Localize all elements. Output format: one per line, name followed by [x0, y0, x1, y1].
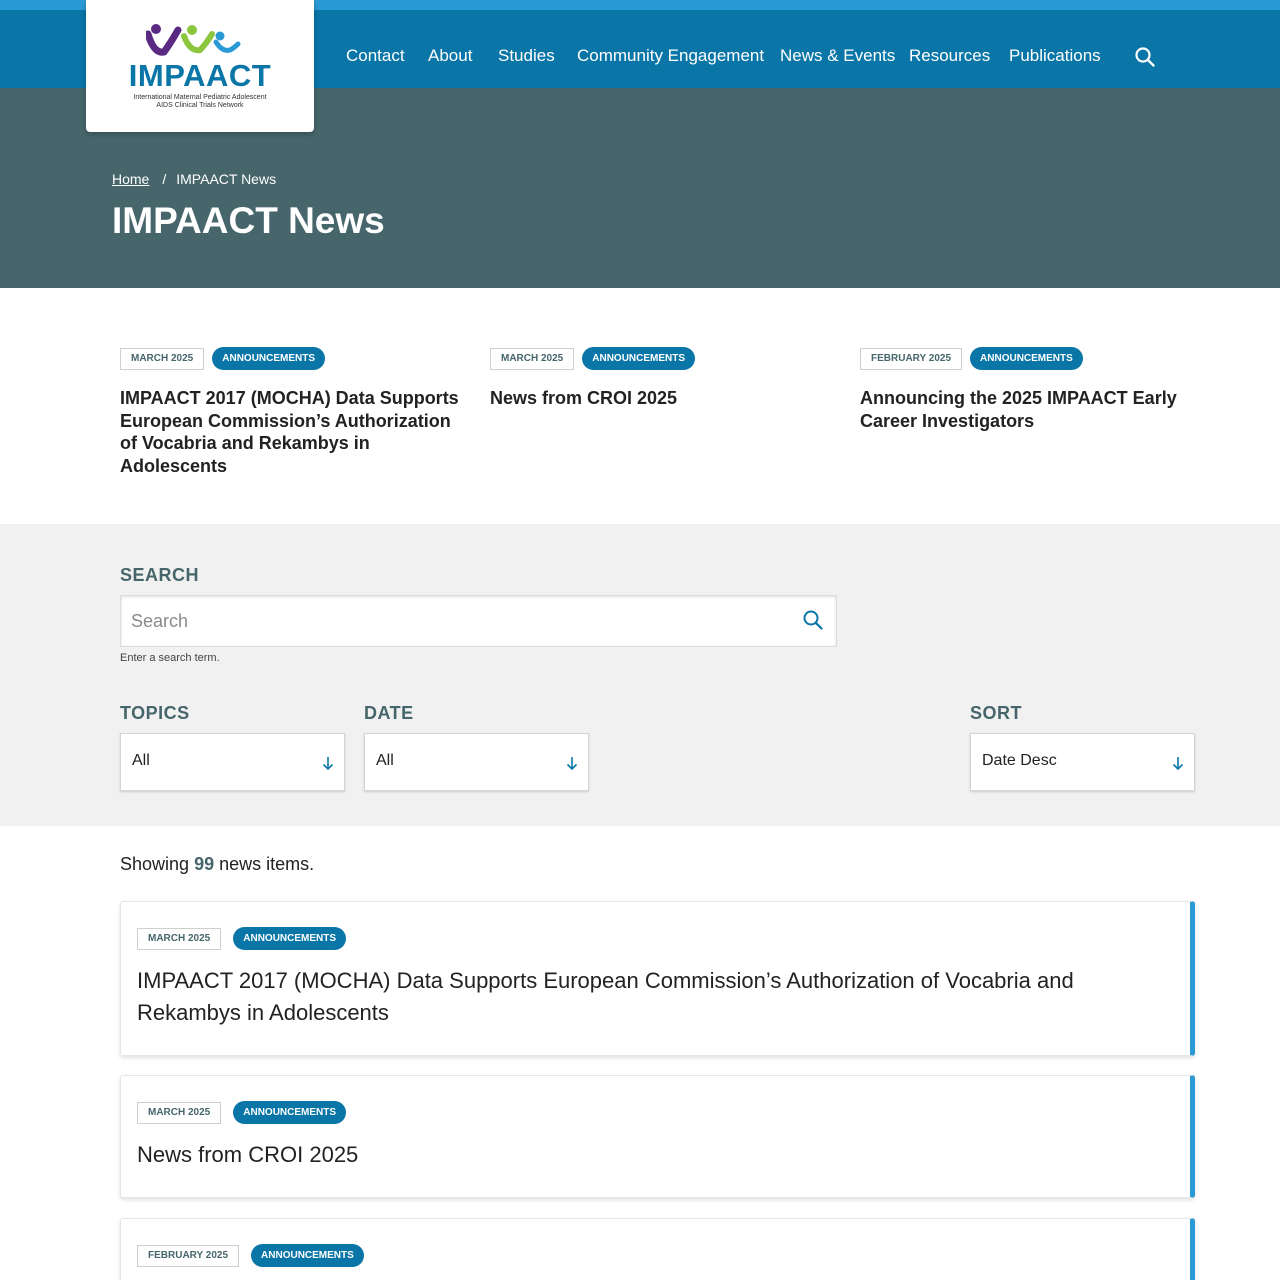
page-title: IMPAACT News [112, 200, 385, 241]
category-badge[interactable]: Announcements [251, 1244, 364, 1267]
news-card[interactable]: February 2025 Announcements [120, 1218, 1195, 1280]
featured-tags: February 2025 Announcements [860, 347, 1200, 371]
sort-select[interactable]: Date Desc [970, 733, 1195, 791]
featured-tags: March 2025 Announcements [120, 347, 460, 371]
topics-select[interactable]: All [120, 733, 345, 791]
search-input[interactable] [131, 608, 771, 634]
featured-title[interactable]: News from CROI 2025 [490, 387, 830, 410]
topics-label: TOPICS [120, 703, 190, 723]
search-hint: Enter a search term. [120, 652, 220, 664]
site-logo[interactable]: IMPAACT International Maternal Pediatric… [86, 0, 314, 132]
results-count: Showing 99 news items. [120, 854, 314, 875]
breadcrumb-current: IMPAACT News [176, 171, 277, 187]
search-icon[interactable] [1134, 46, 1156, 68]
news-card-title[interactable]: IMPAACT 2017 (MOCHA) Data Supports Europ… [137, 965, 1150, 1029]
logo-figures-icon [146, 24, 241, 56]
date-badge: March 2025 [137, 928, 222, 950]
date-badge: February 2025 [137, 1245, 240, 1267]
featured-title[interactable]: Announcing the 2025 IMPAACT Early Career… [860, 387, 1200, 432]
date-selected-value: All [376, 752, 394, 769]
logo-wordmark: IMPAACT [128, 58, 272, 93]
sort-selected-value: Date Desc [982, 752, 1057, 769]
nav-publications[interactable]: Publications [1009, 46, 1101, 66]
featured-item[interactable]: February 2025 Announcements Announcing th… [860, 347, 1200, 432]
category-badge[interactable]: Announcements [212, 347, 326, 370]
news-card-tags: March 2025 Announcements [137, 927, 347, 951]
breadcrumb-home[interactable]: Home [112, 171, 149, 187]
category-badge[interactable]: Announcements [970, 347, 1083, 370]
logo-subtitle-line2: AIDS Clinical Trials Network [156, 102, 244, 109]
date-badge: March 2025 [120, 348, 205, 370]
results-number: 99 [194, 854, 215, 874]
nav-resources[interactable]: Resources [909, 46, 990, 66]
category-badge[interactable]: Announcements [233, 927, 347, 950]
news-card-tags: March 2025 Announcements [137, 1101, 347, 1125]
nav-contact[interactable]: Contact [346, 46, 405, 66]
sort-label: SORT [970, 703, 1023, 723]
breadcrumb: Home / IMPAACT News [112, 171, 276, 187]
category-badge[interactable]: Announcements [582, 347, 696, 370]
search-field[interactable] [120, 595, 837, 647]
date-badge: March 2025 [490, 348, 575, 370]
nav-community-engagement[interactable]: Community Engagement [577, 46, 764, 66]
featured-title[interactable]: IMPAACT 2017 (MOCHA) Data Supports Europ… [120, 387, 460, 477]
nav-about[interactable]: About [428, 46, 472, 66]
news-card-tags: February 2025 Announcements [137, 1244, 364, 1268]
featured-item[interactable]: March 2025 Announcements News from CROI 2… [490, 347, 830, 410]
nav-news-events[interactable]: News & Events [780, 46, 895, 66]
search-icon[interactable] [802, 609, 824, 631]
arrow-down-icon [566, 757, 578, 771]
date-select[interactable]: All [364, 733, 589, 791]
date-label: DATE [364, 703, 414, 723]
results-suffix: news items. [219, 854, 315, 874]
arrow-down-icon [1172, 757, 1184, 771]
news-card[interactable]: March 2025 Announcements IMPAACT 2017 (MO… [120, 901, 1195, 1056]
breadcrumb-separator: / [162, 171, 167, 187]
news-card[interactable]: March 2025 Announcements News from CROI 2… [120, 1075, 1195, 1198]
featured-item[interactable]: March 2025 Announcements IMPAACT 2017 (MO… [120, 347, 460, 477]
arrow-down-icon [322, 757, 334, 771]
category-badge[interactable]: Announcements [233, 1101, 347, 1124]
date-badge: March 2025 [137, 1102, 222, 1124]
featured-tags: March 2025 Announcements [490, 347, 830, 371]
nav-studies[interactable]: Studies [498, 46, 555, 66]
date-badge: February 2025 [860, 348, 963, 370]
news-card-title[interactable]: News from CROI 2025 [137, 1139, 1150, 1171]
results-prefix: Showing [120, 854, 190, 874]
topics-selected-value: All [132, 752, 150, 769]
news-filters: SEARCH Enter a search term. TOPICS All D… [0, 524, 1280, 826]
search-label: SEARCH [120, 565, 200, 585]
